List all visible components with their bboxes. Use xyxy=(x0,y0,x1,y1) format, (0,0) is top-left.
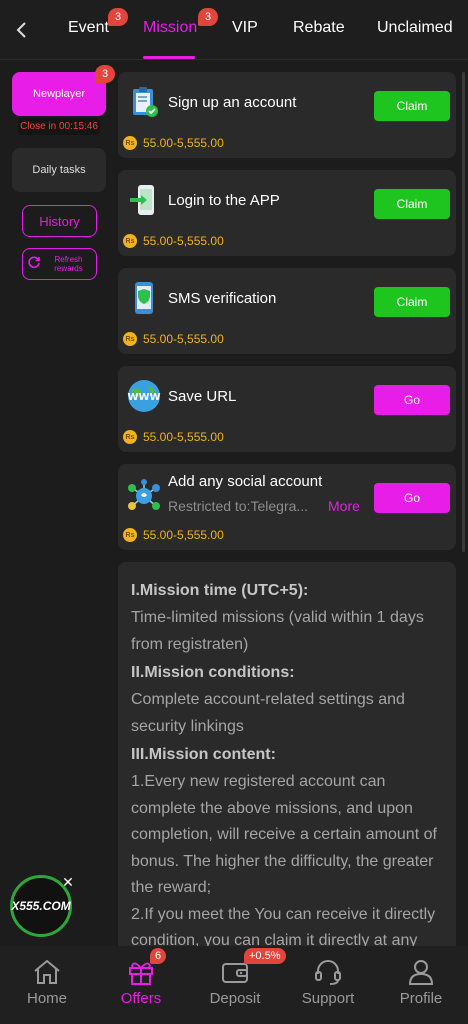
nav-home[interactable]: Home xyxy=(0,946,94,1024)
task-reward: Rs 55.00-5,555.00 xyxy=(123,136,224,150)
task-reward: Rs 55.00-5,555.00 xyxy=(123,430,224,444)
rupee-coin-icon: Rs xyxy=(123,136,137,150)
go-button[interactable]: Go xyxy=(374,385,450,415)
rupee-coin-icon: Rs xyxy=(123,332,137,346)
task-card-save-url: WWW Save URL Go Rs 55.00-5,555.00 xyxy=(118,366,456,452)
claim-button[interactable]: Claim xyxy=(374,91,450,121)
phone-login-icon xyxy=(126,182,162,218)
sidebar-item-daily-tasks[interactable]: Daily tasks xyxy=(12,148,106,192)
nav-label: Home xyxy=(26,990,67,1007)
history-button[interactable]: History xyxy=(22,205,97,237)
task-name: Save URL xyxy=(168,388,237,405)
nav-label: Profile xyxy=(399,990,443,1007)
nav-profile[interactable]: Profile xyxy=(374,946,468,1024)
task-reward: Rs 55.00-5,555.00 xyxy=(123,234,224,248)
rules-heading: II.Mission conditions: xyxy=(131,664,295,681)
nav-offers[interactable]: Offers xyxy=(94,946,188,1024)
person-icon xyxy=(405,956,437,988)
logo-text: X555.COM xyxy=(11,899,71,913)
newplayer-badge: 3 xyxy=(95,65,115,83)
tab-mission-badge: 3 xyxy=(198,8,218,26)
rules-paragraph: 2.If you meet the You can receive it dir… xyxy=(131,905,436,950)
tab-event-badge: 3 xyxy=(108,8,128,26)
rupee-coin-icon: Rs xyxy=(123,528,137,542)
clipboard-check-icon xyxy=(126,84,162,120)
go-button[interactable]: Go xyxy=(374,483,450,513)
rules-paragraph: 1.Every new registered account can compl… xyxy=(131,773,437,896)
headset-icon xyxy=(312,956,344,988)
task-name: Login to the APP xyxy=(168,192,280,209)
scrollbar[interactable] xyxy=(462,72,465,552)
offers-badge: 6 xyxy=(150,948,167,964)
rupee-coin-icon: Rs xyxy=(123,430,137,444)
top-nav: Event 3 Mission 3 VIP Rebate Unclaimed xyxy=(0,0,468,60)
close-icon[interactable]: ✕ xyxy=(60,874,76,890)
tab-event[interactable]: Event xyxy=(68,19,109,37)
nav-label: Support xyxy=(301,990,355,1007)
social-network-icon xyxy=(126,478,162,514)
task-card-login-app: Login to the APP Claim Rs 55.00-5,555.00 xyxy=(118,170,456,256)
claim-button[interactable]: Claim xyxy=(374,189,450,219)
tab-mission[interactable]: Mission xyxy=(143,19,197,37)
task-name: Add any social account xyxy=(168,473,323,490)
claim-button[interactable]: Claim xyxy=(374,287,450,317)
nav-label: Offers xyxy=(120,990,162,1007)
refresh-rewards-button[interactable]: Refresh rewards xyxy=(22,248,97,280)
rules-paragraph: Complete account-related settings and se… xyxy=(131,691,405,735)
rupee-coin-icon: Rs xyxy=(123,234,137,248)
task-name: Sign up an account xyxy=(168,94,297,111)
sidebar-item-newplayer[interactable]: Newplayer xyxy=(12,72,106,116)
rules-heading: III.Mission content: xyxy=(131,746,276,763)
phone-shield-icon xyxy=(126,280,162,316)
svg-text:WWW: WWW xyxy=(127,392,160,403)
task-reward: Rs 55.00-5,555.00 xyxy=(123,528,224,542)
tab-unclaimed[interactable]: Unclaimed xyxy=(377,19,453,37)
newplayer-countdown: Close in 00:15:46 xyxy=(18,118,100,135)
mission-rules: I.Mission time (UTC+5): Time-limited mis… xyxy=(118,562,456,952)
rules-heading: I.Mission time (UTC+5): xyxy=(131,582,309,599)
rules-paragraph: Time-limited missions (valid within 1 da… xyxy=(131,609,424,653)
task-card-sms-verification: SMS verification Claim Rs 55.00-5,555.00 xyxy=(118,268,456,354)
deposit-bonus-badge: +0.5% xyxy=(244,948,286,964)
task-card-sign-up: Sign up an account Claim Rs 55.00-5,555.0… xyxy=(118,72,456,158)
www-globe-icon: WWW xyxy=(126,378,162,414)
bottom-nav: Home Offers 6 Deposit +0.5% Support Prof… xyxy=(0,946,468,1024)
task-reward: Rs 55.00-5,555.00 xyxy=(123,332,224,346)
home-icon xyxy=(31,956,63,988)
nav-support[interactable]: Support xyxy=(281,946,375,1024)
task-name: SMS verification xyxy=(168,290,277,307)
active-tab-indicator xyxy=(143,56,195,59)
nav-label: Deposit xyxy=(209,990,261,1007)
back-chevron-icon[interactable] xyxy=(8,16,36,44)
refresh-icon xyxy=(27,255,41,274)
task-restriction: Restricted to:Telegra... xyxy=(168,498,309,514)
more-link[interactable]: More xyxy=(328,498,360,514)
refresh-rewards-label: Refresh rewards xyxy=(54,255,83,273)
tab-vip[interactable]: VIP xyxy=(232,19,258,37)
tab-rebate[interactable]: Rebate xyxy=(293,19,345,37)
task-card-social-account: Add any social account Restricted to:Tel… xyxy=(118,464,456,550)
